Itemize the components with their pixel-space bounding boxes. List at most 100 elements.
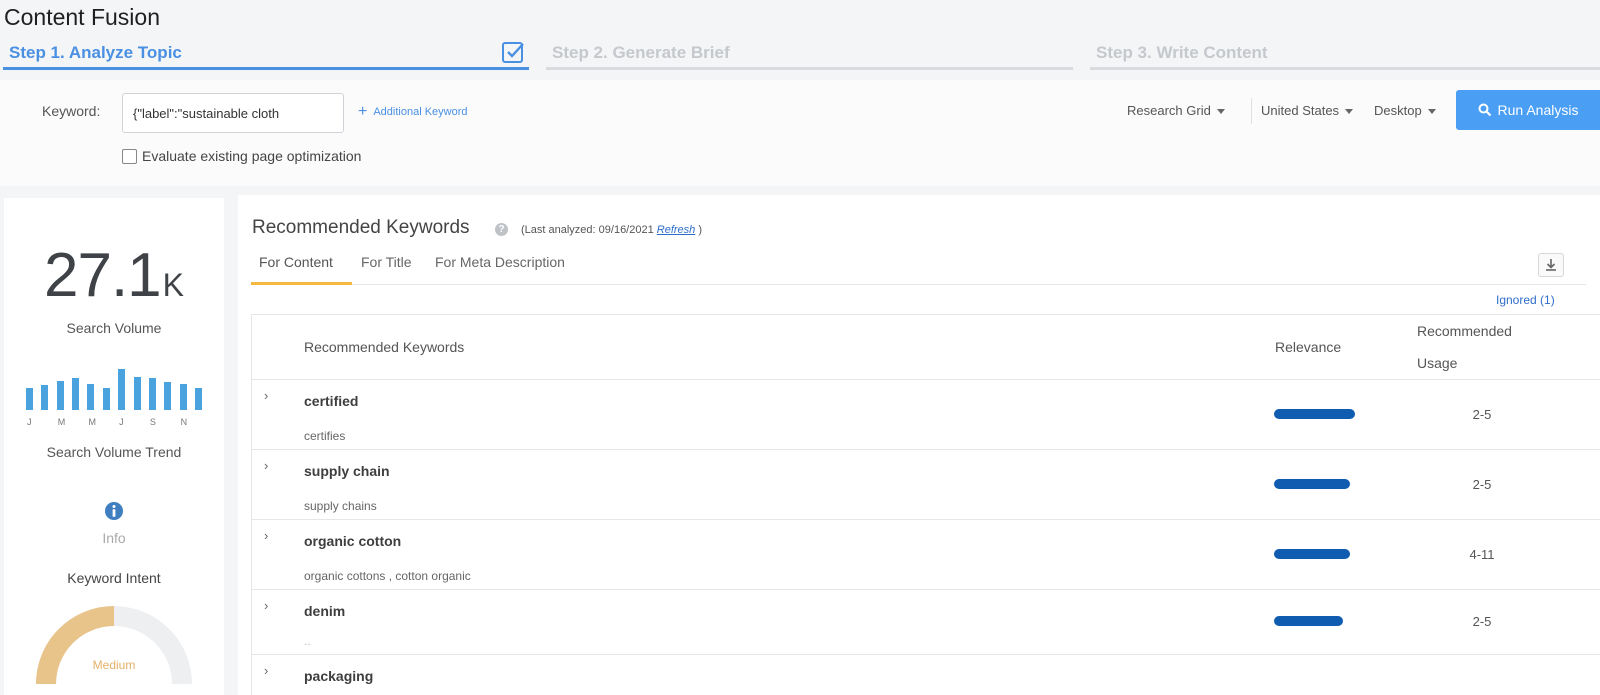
trend-bar [164,382,172,410]
column-header-relevance: Relevance [1275,339,1342,355]
last-analyzed-text: (Last analyzed: 09/16/2021 [521,224,654,236]
keyword-variants: organic cottons , cotton organic [304,569,471,583]
relevance-bar [1274,409,1358,419]
relevance-bar [1274,549,1358,559]
tab-for-meta-description[interactable]: For Meta Description [435,254,565,270]
refresh-link[interactable]: Refresh [657,224,696,236]
keyword-input[interactable] [122,93,344,133]
trend-month-label: J [27,417,32,427]
table-row[interactable]: › packaging [252,655,1600,695]
checkbox-checked-icon [502,42,524,63]
table-row[interactable]: › organic cotton organic cottons , cotto… [252,520,1600,590]
country-dropdown[interactable]: United States [1261,103,1354,118]
recommended-keywords-panel: Recommended Keywords ? (Last analyzed: 0… [238,195,1600,695]
trend-bar [26,388,33,410]
download-button[interactable] [1538,253,1564,277]
run-analysis-label: Run Analysis [1497,102,1579,118]
keyword-intent-gauge [36,606,192,685]
run-analysis-button[interactable]: Run Analysis [1456,90,1600,130]
keyword-variants: supply chains [304,499,377,513]
keyword-variants: certifies [304,429,346,443]
search-volume-number: 27.1 [43,241,162,310]
info-label: Info [102,530,126,546]
research-grid-label: Research Grid [1127,103,1211,118]
caret-down-icon [1345,109,1354,114]
additional-keyword-link[interactable]: + Additional Keyword [358,104,468,120]
column-header-recommended-usage: Recommended Usage [1417,315,1512,380]
active-tab-indicator [251,282,352,285]
step-write-content[interactable]: Step 3. Write Content [1090,38,1600,70]
chevron-right-icon[interactable]: › [264,598,268,613]
caret-down-icon [1427,109,1436,114]
research-grid-dropdown[interactable]: Research Grid [1127,103,1225,118]
search-volume-label: Search Volume [66,320,162,336]
keyword-intent-value: Medium [92,658,136,672]
search-volume-trend-chart [26,366,202,410]
device-dropdown[interactable]: Desktop [1374,103,1436,118]
recommended-keywords-title: Recommended Keywords [252,217,470,238]
keyword: certified [304,393,359,409]
additional-keyword-label: Additional Keyword [373,106,468,118]
trend-bar [118,369,126,410]
trend-bar [87,383,95,410]
relevance-bar-fill [1274,479,1351,489]
chevron-right-icon[interactable]: › [264,458,268,473]
tab-for-content[interactable]: For Content [259,254,333,270]
trend-bar [41,385,49,410]
step-generate-brief[interactable]: Step 2. Generate Brief [546,38,1073,70]
chevron-right-icon[interactable]: › [264,528,268,543]
country-label: United States [1261,103,1340,118]
chevron-right-icon[interactable]: › [264,388,268,403]
recommended-usage: 2-5 [1472,477,1492,492]
usage-header-line1: Recommended [1417,323,1512,339]
step-label: Step 3. Write Content [1096,43,1268,62]
divider [1251,98,1252,124]
trend-month-label: S [149,417,156,427]
relevance-bar-fill [1274,616,1343,626]
trend-bar [195,388,202,410]
trend-bar [102,388,110,410]
table-row[interactable]: › certified certifies 2-5 [252,380,1600,450]
keyword-label: Keyword: [42,103,101,119]
last-analyzed-close: ) [698,224,703,236]
keyword: denim [304,603,346,619]
download-icon [1546,259,1556,271]
recommended-usage: 4-11 [1469,547,1495,562]
ignored-link[interactable]: Ignored (1) [1496,293,1555,307]
keyword-variants: .. [304,634,311,648]
device-label: Desktop [1374,103,1422,118]
step-analyze-topic[interactable]: Step 1. Analyze Topic [3,38,529,70]
chevron-right-icon[interactable]: › [264,663,268,678]
trend-bar [56,380,64,410]
trend-month-labels: JMMJSN [26,417,202,429]
evaluate-label: Evaluate existing page optimization [142,148,362,164]
evaluate-existing-page-option[interactable]: Evaluate existing page optimization [122,148,361,164]
table-row[interactable]: › supply chain supply chains 2-5 [252,450,1600,520]
recommended-usage: 2-5 [1472,407,1492,422]
help-icon[interactable]: ? [495,223,508,236]
evaluate-checkbox[interactable] [122,148,137,164]
relevance-bar-fill [1274,549,1351,559]
step-label: Step 1. Analyze Topic [9,43,182,62]
trend-month-label: M [88,417,96,427]
relevance-bar [1274,616,1358,626]
trend-month-label: M [57,417,66,427]
step-label: Step 2. Generate Brief [552,43,730,62]
relevance-bar [1274,479,1358,489]
keyword: packaging [304,668,374,684]
trend-bar [133,376,141,410]
search-icon [1478,103,1491,117]
last-analyzed: (Last analyzed: 09/16/2021 Refresh ) [521,224,702,236]
relevance-bar-fill [1274,409,1356,419]
trend-month-label: N [180,417,188,427]
caret-down-icon [1216,109,1225,114]
search-volume-trend-label: Search Volume Trend [46,444,182,460]
search-volume-unit: K [162,267,184,303]
keyword: organic cotton [304,533,402,549]
info-icon[interactable] [104,501,124,521]
search-volume-value: 27.1K [4,240,224,311]
tab-for-title[interactable]: For Title [361,254,412,270]
table-row[interactable]: › denim .. 2-5 [252,590,1600,655]
keyword-intent-label: Keyword Intent [67,570,161,586]
trend-bar [72,377,80,410]
